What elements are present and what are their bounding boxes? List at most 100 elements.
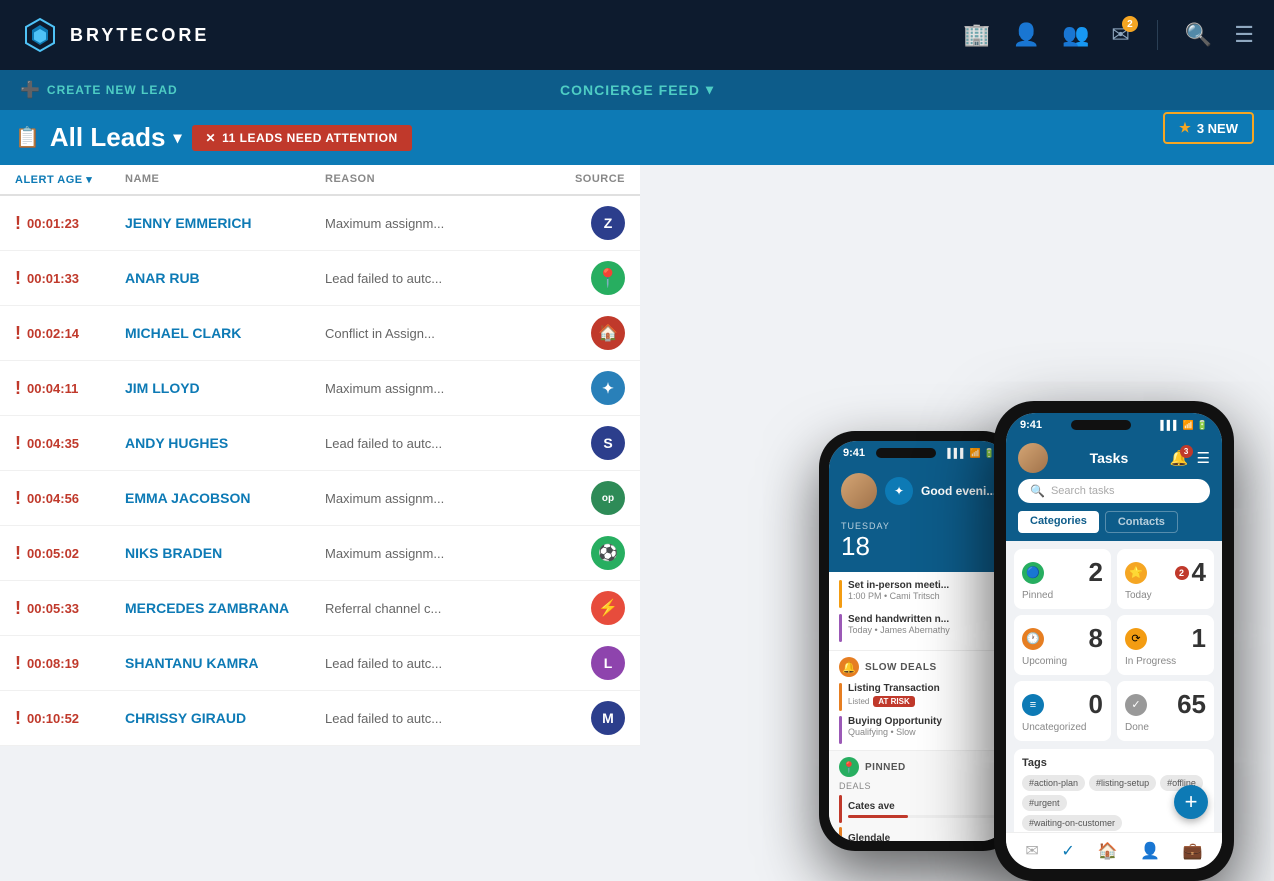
- alert-time: 00:04:11: [27, 381, 78, 396]
- lead-reason: Lead failed to autc...: [325, 436, 525, 451]
- phone1-date: 18: [841, 531, 997, 562]
- card-in-progress[interactable]: ⟳ 1 In Progress: [1117, 615, 1214, 675]
- source-icon: op: [591, 481, 625, 515]
- card-uncategorized[interactable]: ≡ 0 Uncategorized: [1014, 681, 1111, 741]
- lead-name[interactable]: NIKS BRADEN: [125, 545, 325, 561]
- lead-name[interactable]: JENNY EMMERICH: [125, 215, 325, 231]
- in-progress-label: In Progress: [1125, 656, 1206, 667]
- col-name: NAME: [125, 173, 325, 186]
- lead-name[interactable]: MICHAEL CLARK: [125, 325, 325, 341]
- source-icon: L: [591, 646, 625, 680]
- card-pinned[interactable]: 🔵 2 Pinned: [1014, 549, 1111, 609]
- tab-contacts[interactable]: Contacts: [1105, 511, 1178, 533]
- search-icon[interactable]: 🔍: [1185, 22, 1212, 48]
- p2-nav-check-icon[interactable]: ✓: [1061, 841, 1074, 861]
- phone1-pinned: 📍 PINNED DEALS Cates ave: [829, 750, 1009, 841]
- all-leads-button[interactable]: All Leads ▾: [50, 122, 182, 153]
- phone2-time: 9:41: [1020, 419, 1042, 431]
- alert-time: 00:10:52: [27, 711, 79, 726]
- leads-header: 📋 All Leads ▾ ✕ 11 LEADS NEED ATTENTION: [0, 110, 1274, 165]
- phone2-search-area: 🔍 Search tasks: [1006, 479, 1222, 511]
- phone1-slow-deals: 🔔 SLOW DEALS Listing Transaction Listed …: [829, 650, 1009, 750]
- phone1-event2-title: Send handwritten n...: [848, 614, 950, 625]
- phone2-inner: 9:41 ▌▌▌ 📶 🔋 Tasks 🔔 3: [1006, 413, 1222, 869]
- phone1-calendar-header: TUESDAY 18: [829, 517, 1009, 572]
- lead-reason: Lead failed to autc...: [325, 711, 525, 726]
- lead-name[interactable]: MERCEDES ZAMBRANA: [125, 600, 325, 616]
- phone1-avatar: [841, 473, 877, 509]
- phone2-title: Tasks: [1090, 450, 1129, 466]
- person-scan-icon[interactable]: 👤: [1013, 22, 1040, 48]
- phone2-search-bar[interactable]: 🔍 Search tasks: [1018, 479, 1210, 503]
- create-lead-label: CREATE NEW LEAD: [47, 83, 178, 97]
- alert-icon: !: [15, 488, 21, 509]
- lead-reason: Maximum assignm...: [325, 381, 525, 396]
- phone2-menu-icon[interactable]: ☰: [1197, 449, 1210, 467]
- tags-row-2: #waiting-on-customer: [1022, 815, 1206, 831]
- concierge-feed-button[interactable]: CONCIERGE FEED ▾: [560, 81, 714, 98]
- deal2-name: Glendale: [848, 833, 999, 842]
- col-alert-age[interactable]: ALERT AGE ▾: [15, 173, 125, 186]
- p2-nav-home-icon[interactable]: 🏠: [1097, 841, 1117, 861]
- phone1-inner: 9:41 ▌▌▌ 📶 🔋 ✦ Good eveni...: [829, 441, 1009, 841]
- tag-waiting[interactable]: #waiting-on-customer: [1022, 815, 1122, 831]
- alert-time: 00:05:33: [27, 601, 79, 616]
- create-new-lead-button[interactable]: ➕ CREATE NEW LEAD: [20, 80, 178, 100]
- tag-urgent[interactable]: #urgent: [1022, 795, 1067, 811]
- card-upcoming[interactable]: 🕐 8 Upcoming: [1014, 615, 1111, 675]
- brytecore-icon: ✦: [885, 477, 913, 505]
- concierge-label: CONCIERGE FEED: [560, 82, 700, 98]
- lead-name[interactable]: ANDY HUGHES: [125, 435, 325, 451]
- lead-reason: Conflict in Assign...: [325, 326, 525, 341]
- alert-icon: !: [15, 598, 21, 619]
- new-leads-label: 3 NEW: [1197, 121, 1238, 136]
- tag-action-plan[interactable]: #action-plan: [1022, 775, 1085, 791]
- buying-opp-sub: Qualifying • Slow: [848, 727, 942, 737]
- lead-reason: Maximum assignm...: [325, 491, 525, 506]
- table-row: ! 00:04:35 ANDY HUGHES Lead failed to au…: [0, 416, 640, 471]
- lead-name[interactable]: SHANTANU KAMRA: [125, 655, 325, 671]
- phone1-events: Set in-person meeti... 1:00 PM • Cami Tr…: [829, 572, 1009, 650]
- p2-nav-briefcase-icon[interactable]: 💼: [1183, 841, 1203, 861]
- p2-nav-people-icon[interactable]: 👤: [1140, 841, 1160, 861]
- mail-icon[interactable]: ✉ 2: [1111, 22, 1129, 48]
- phone1-event1-sub: 1:00 PM • Cami Tritsch: [848, 591, 949, 601]
- lead-name[interactable]: EMMA JACOBSON: [125, 490, 325, 506]
- building-icon[interactable]: 🏢: [963, 22, 990, 48]
- done-count: 65: [1177, 689, 1206, 720]
- buying-opp-label: Buying Opportunity: [848, 716, 942, 727]
- table-row: ! 00:02:14 MICHAEL CLARK Conflict in Ass…: [0, 306, 640, 361]
- people-icon[interactable]: 👥: [1062, 22, 1089, 48]
- card-today[interactable]: ⭐ 2 4 Today: [1117, 549, 1214, 609]
- upcoming-count: 8: [1089, 623, 1103, 654]
- source-icon: ✦: [591, 371, 625, 405]
- fab-add-button[interactable]: +: [1174, 785, 1208, 819]
- pinned-count: 2: [1089, 557, 1103, 588]
- attention-badge-button[interactable]: ✕ 11 LEADS NEED ATTENTION: [192, 125, 412, 151]
- phone1-event2-sub: Today • James Abernathy: [848, 625, 950, 635]
- phone2-bell-icon[interactable]: 🔔 3: [1170, 449, 1189, 467]
- in-progress-card-icon: ⟳: [1125, 628, 1147, 650]
- alert-time: 00:04:35: [27, 436, 79, 451]
- tag-listing-setup[interactable]: #listing-setup: [1089, 775, 1156, 791]
- phone2-header-icons: 🔔 3 ☰: [1170, 449, 1210, 467]
- tab-categories[interactable]: Categories: [1018, 511, 1099, 533]
- alert-icon: !: [15, 653, 21, 674]
- p2-nav-messages-icon[interactable]: ✉: [1025, 841, 1038, 861]
- new-leads-badge[interactable]: ★ 3 NEW: [1163, 112, 1254, 144]
- card-done[interactable]: ✓ 65 Done: [1117, 681, 1214, 741]
- lead-name[interactable]: CHRISSY GIRAUD: [125, 710, 325, 726]
- slow-deals-label: SLOW DEALS: [865, 662, 937, 673]
- slow-deals-icon: 🔔: [839, 657, 859, 677]
- alert-time: 00:08:19: [27, 656, 79, 671]
- add-icon: ➕: [20, 80, 41, 100]
- table-row: ! 00:01:33 ANAR RUB Lead failed to autc.…: [0, 251, 640, 306]
- menu-icon[interactable]: ☰: [1234, 22, 1254, 48]
- uncategorized-label: Uncategorized: [1022, 722, 1103, 733]
- lead-name[interactable]: JIM LLOYD: [125, 380, 325, 396]
- upcoming-card-icon: 🕐: [1022, 628, 1044, 650]
- lead-name[interactable]: ANAR RUB: [125, 270, 325, 286]
- done-label: Done: [1125, 722, 1206, 733]
- phone1-event-1: Set in-person meeti... 1:00 PM • Cami Tr…: [839, 580, 999, 608]
- lead-reason: Maximum assignm...: [325, 216, 525, 231]
